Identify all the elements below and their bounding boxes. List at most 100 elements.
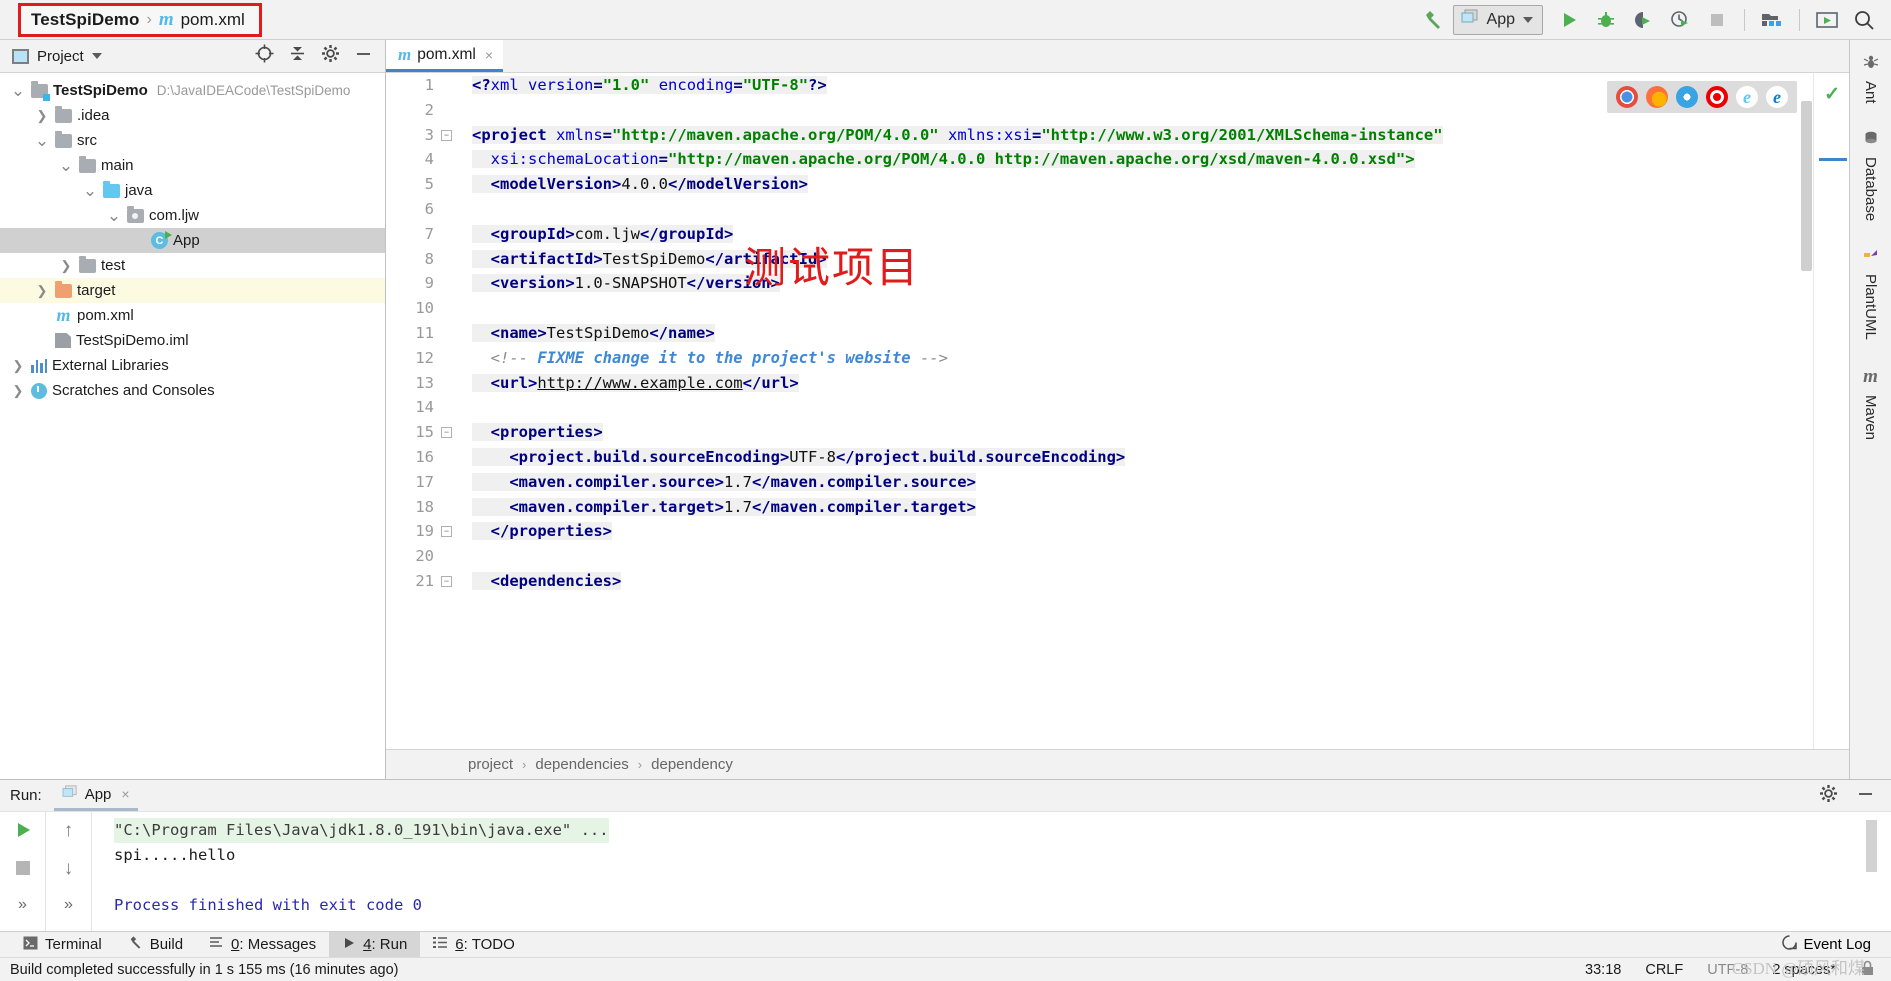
chevron-right-icon[interactable]: ❯ — [34, 283, 50, 299]
tool-window-tab-run[interactable]: 4: Run — [329, 931, 421, 958]
code-fold-toggle[interactable]: − — [441, 526, 452, 538]
safari-icon[interactable] — [1676, 86, 1698, 108]
code-line[interactable]: <dependencies> — [464, 569, 1849, 594]
target-icon[interactable] — [255, 44, 274, 68]
chevron-right-icon[interactable]: ❯ — [34, 108, 50, 124]
minimize-icon[interactable] — [354, 44, 373, 68]
code-line[interactable]: <modelVersion>4.0.0</modelVersion> — [464, 172, 1849, 197]
chevron-down-icon[interactable]: ⌄ — [106, 207, 122, 224]
code-line[interactable]: <project.build.sourceEncoding>UTF-8</pro… — [464, 445, 1849, 470]
right-tab-database[interactable]: Database — [1862, 130, 1879, 221]
chevron-down-icon[interactable]: ⌄ — [82, 182, 98, 199]
code-line[interactable]: <artifactId>TestSpiDemo</artifactId> — [464, 247, 1849, 272]
tree-node-idea[interactable]: ❯ .idea — [0, 103, 385, 128]
stop-button[interactable] — [1700, 5, 1734, 35]
edge-icon[interactable]: e — [1766, 86, 1788, 108]
tree-node-test[interactable]: ❯ test — [0, 253, 385, 278]
code-line[interactable] — [464, 296, 1849, 321]
tree-node-external-libraries[interactable]: ❯ External Libraries — [0, 353, 385, 378]
error-stripe-marker-panel[interactable]: ✓ — [1813, 73, 1849, 749]
tree-node-testspidemo[interactable]: ⌄ TestSpiDemo D:\JavaIDEACode\TestSpiDemo — [0, 78, 385, 103]
chrome-icon[interactable] — [1616, 86, 1638, 108]
code-line[interactable]: </properties> — [464, 519, 1849, 544]
stop-process-button[interactable] — [14, 859, 32, 882]
breadcrumb-item[interactable]: project — [468, 756, 513, 773]
search-everywhere-button[interactable] — [1847, 5, 1881, 35]
chevron-down-icon[interactable]: ⌄ — [58, 157, 74, 174]
line-separator[interactable]: CRLF — [1645, 962, 1683, 978]
code-line[interactable] — [464, 197, 1849, 222]
code-content[interactable]: <?xml version="1.0" encoding="UTF-8"?> <… — [464, 73, 1849, 749]
breadcrumb-item[interactable]: dependencies — [535, 756, 628, 773]
tree-node-pom-xml[interactable]: m pom.xml — [0, 303, 385, 328]
tool-window-tab-build[interactable]: Build — [115, 932, 196, 958]
right-tab-plantuml[interactable]: PlantUML — [1862, 247, 1879, 340]
browser-popup[interactable]: ee — [1607, 81, 1797, 113]
breadcrumb[interactable]: TestSpiDemo › m pom.xml — [18, 2, 262, 37]
code-line[interactable]: <properties> — [464, 420, 1849, 445]
caret-position[interactable]: 33:18 — [1585, 962, 1621, 978]
code-fold-toggle[interactable]: − — [441, 576, 452, 587]
code-line[interactable]: <url>http://www.example.com</url> — [464, 371, 1849, 396]
code-line[interactable]: xsi:schemaLocation="http://maven.apache.… — [464, 147, 1849, 172]
console-scrollbar-thumb[interactable] — [1866, 820, 1877, 872]
firefox-icon[interactable] — [1646, 86, 1668, 108]
tree-node-target[interactable]: ❯ target — [0, 278, 385, 303]
arrow-up-icon[interactable]: ↑ — [64, 820, 74, 842]
lock-icon[interactable] — [1860, 960, 1875, 980]
console-output[interactable]: "C:\Program Files\Java\jdk1.8.0_191\bin\… — [92, 812, 1891, 931]
tree-node-com-ljw[interactable]: ⌄ com.ljw — [0, 203, 385, 228]
code-line[interactable]: <project xmlns="http://maven.apache.org/… — [464, 123, 1849, 148]
tree-node-app[interactable]: C App — [0, 228, 385, 253]
gear-icon[interactable] — [1819, 784, 1838, 808]
event-log-label[interactable]: Event Log — [1803, 936, 1871, 953]
right-tab-ant[interactable]: Ant — [1862, 54, 1879, 104]
chevron-right-icon[interactable]: ❯ — [10, 383, 26, 399]
code-line[interactable]: <!-- FIXME change it to the project's we… — [464, 346, 1849, 371]
tab-pom-xml[interactable]: m pom.xml × — [386, 40, 503, 72]
close-icon[interactable]: × — [485, 47, 493, 63]
scrollbar-thumb[interactable] — [1801, 101, 1812, 271]
editor-breadcrumb[interactable]: project › dependencies › dependency — [386, 749, 1849, 779]
rerun-button[interactable] — [13, 820, 33, 845]
chevron-down-icon[interactable]: ⌄ — [34, 132, 50, 149]
arrow-down-icon[interactable]: ↓ — [64, 858, 74, 880]
opera-icon[interactable] — [1706, 86, 1728, 108]
tool-window-tab-terminal[interactable]: Terminal — [10, 932, 115, 958]
code-line[interactable] — [464, 395, 1849, 420]
breadcrumb-project[interactable]: TestSpiDemo — [31, 10, 139, 30]
ie-icon[interactable]: e — [1736, 86, 1758, 108]
minimize-icon[interactable] — [1856, 784, 1875, 808]
chevron-right-icon[interactable]: ❯ — [10, 358, 26, 374]
code-fold-toggle[interactable]: − — [441, 427, 452, 439]
code-fold-toggle[interactable]: − — [441, 129, 452, 141]
more-console-actions-button[interactable]: » — [64, 896, 73, 914]
tool-window-tab-messages[interactable]: 0: Messages — [196, 932, 329, 958]
code-line[interactable]: <maven.compiler.source>1.7</maven.compil… — [464, 470, 1849, 495]
run-coverage-button[interactable] — [1626, 5, 1660, 35]
line-number-gutter[interactable]: 1 2 3−4 5 6 7 8 9 10 11 12 13 14 15−16 17 18 19−20 21− — [386, 73, 464, 749]
file-encoding[interactable]: UTF-8 — [1707, 962, 1748, 978]
code-line[interactable]: <name>TestSpiDemo</name> — [464, 321, 1849, 346]
breadcrumb-file[interactable]: pom.xml — [181, 10, 245, 30]
code-line[interactable]: <groupId>com.ljw</groupId> — [464, 222, 1849, 247]
breadcrumb-item[interactable]: dependency — [651, 756, 733, 773]
chevron-down-icon[interactable] — [1523, 16, 1533, 23]
tool-window-tab-todo[interactable]: 6: TODO — [420, 932, 527, 958]
editor-scrollbar[interactable] — [1800, 73, 1813, 749]
update-project-button[interactable] — [1810, 5, 1844, 35]
tree-node-java[interactable]: ⌄ java — [0, 178, 385, 203]
project-structure-button[interactable] — [1755, 5, 1789, 35]
code-line[interactable]: <version>1.0-SNAPSHOT</version> — [464, 271, 1849, 296]
hammer-icon[interactable] — [1416, 5, 1450, 35]
tree-node-scratches-and-consoles[interactable]: ❯ Scratches and Consoles — [0, 378, 385, 403]
run-configuration-selector[interactable]: App — [1452, 4, 1543, 35]
event-log-area[interactable]: Event Log — [1782, 934, 1891, 955]
close-icon[interactable]: × — [121, 786, 129, 802]
chevron-down-icon[interactable] — [91, 53, 102, 59]
tree-node-testspidemo-iml[interactable]: TestSpiDemo.iml — [0, 328, 385, 353]
tree-node-src[interactable]: ⌄ src — [0, 128, 385, 153]
collapse-all-icon[interactable] — [288, 44, 307, 68]
right-tab-maven[interactable]: m Maven — [1862, 366, 1879, 440]
project-tree[interactable]: ⌄ TestSpiDemo D:\JavaIDEACode\TestSpiDemo ❯… — [0, 73, 385, 779]
